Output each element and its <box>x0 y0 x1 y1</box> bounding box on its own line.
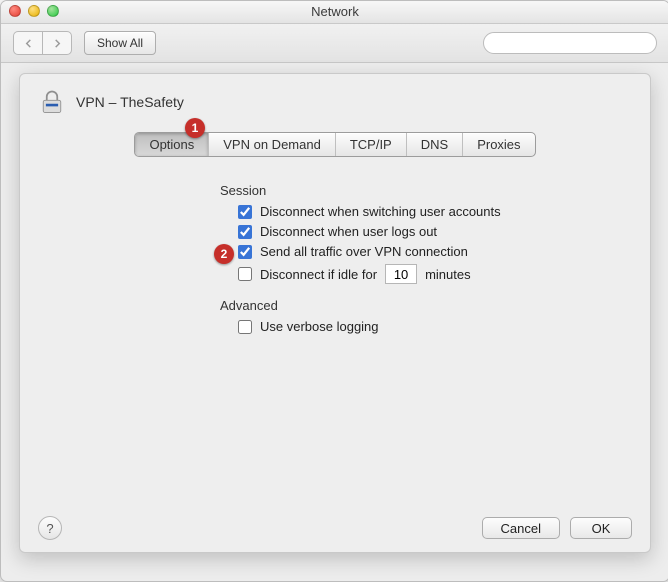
panel-area: VPN – TheSafety 1 Options VPN on Demand … <box>1 63 668 582</box>
row-disconnect-switch-users[interactable]: Disconnect when switching user accounts <box>238 204 620 219</box>
zoom-icon[interactable] <box>47 5 59 17</box>
titlebar: Network <box>1 1 668 24</box>
minimize-icon[interactable] <box>28 5 40 17</box>
checkbox-disconnect-switch-users[interactable] <box>238 205 252 219</box>
row-verbose-logging[interactable]: Use verbose logging <box>238 319 620 334</box>
annotation-marker-2: 2 <box>214 244 234 264</box>
input-idle-minutes[interactable] <box>385 264 417 284</box>
toolbar: Show All <box>1 24 668 63</box>
search-field[interactable] <box>483 32 657 54</box>
row-disconnect-logout[interactable]: Disconnect when user logs out <box>238 224 620 239</box>
sheet-footer: ? Cancel OK <box>38 516 632 540</box>
back-button[interactable] <box>13 31 42 55</box>
tab-bar: 1 Options VPN on Demand TCP/IP DNS Proxi… <box>20 132 650 157</box>
chevron-left-icon <box>24 39 33 48</box>
show-all-button[interactable]: Show All <box>84 31 156 55</box>
window-title: Network <box>311 4 359 19</box>
traffic-lights <box>9 5 59 17</box>
label-send-all-traffic: Send all traffic over VPN connection <box>260 244 468 259</box>
row-disconnect-idle: Disconnect if idle for minutes <box>238 264 620 284</box>
checkbox-disconnect-idle[interactable] <box>238 267 252 281</box>
row-send-all-traffic[interactable]: 2 Send all traffic over VPN connection <box>238 244 620 259</box>
options-pane: Session Disconnect when switching user a… <box>20 157 650 349</box>
sheet-title: VPN – TheSafety <box>76 94 184 110</box>
sheet-header: VPN – TheSafety <box>20 74 650 126</box>
annotation-marker-1: 1 <box>185 118 205 138</box>
help-button[interactable]: ? <box>38 516 62 540</box>
show-all-label: Show All <box>97 36 143 50</box>
tab-proxies[interactable]: Proxies <box>463 133 534 156</box>
ok-button[interactable]: OK <box>570 517 632 539</box>
checkbox-send-all-traffic[interactable] <box>238 245 252 259</box>
label-disconnect-idle-suffix: minutes <box>425 267 471 282</box>
cancel-button[interactable]: Cancel <box>482 517 560 539</box>
tab-tcpip[interactable]: TCP/IP <box>336 133 407 156</box>
checkbox-disconnect-logout[interactable] <box>238 225 252 239</box>
checkbox-verbose-logging[interactable] <box>238 320 252 334</box>
session-heading: Session <box>220 183 620 198</box>
help-icon: ? <box>46 521 53 536</box>
close-icon[interactable] <box>9 5 21 17</box>
search-input[interactable] <box>494 35 653 51</box>
tab-vpn-on-demand[interactable]: VPN on Demand <box>209 133 336 156</box>
label-disconnect-idle-prefix: Disconnect if idle for <box>260 267 377 282</box>
tab-dns[interactable]: DNS <box>407 133 463 156</box>
vpn-lock-icon <box>38 88 66 116</box>
label-verbose-logging: Use verbose logging <box>260 319 379 334</box>
label-disconnect-switch-users: Disconnect when switching user accounts <box>260 204 501 219</box>
chevron-right-icon <box>53 39 62 48</box>
nav-back-forward <box>13 31 72 55</box>
forward-button[interactable] <box>42 31 72 55</box>
settings-sheet: VPN – TheSafety 1 Options VPN on Demand … <box>19 73 651 553</box>
network-window: Network Show All <box>0 0 668 582</box>
advanced-heading: Advanced <box>220 298 620 313</box>
label-disconnect-logout: Disconnect when user logs out <box>260 224 437 239</box>
